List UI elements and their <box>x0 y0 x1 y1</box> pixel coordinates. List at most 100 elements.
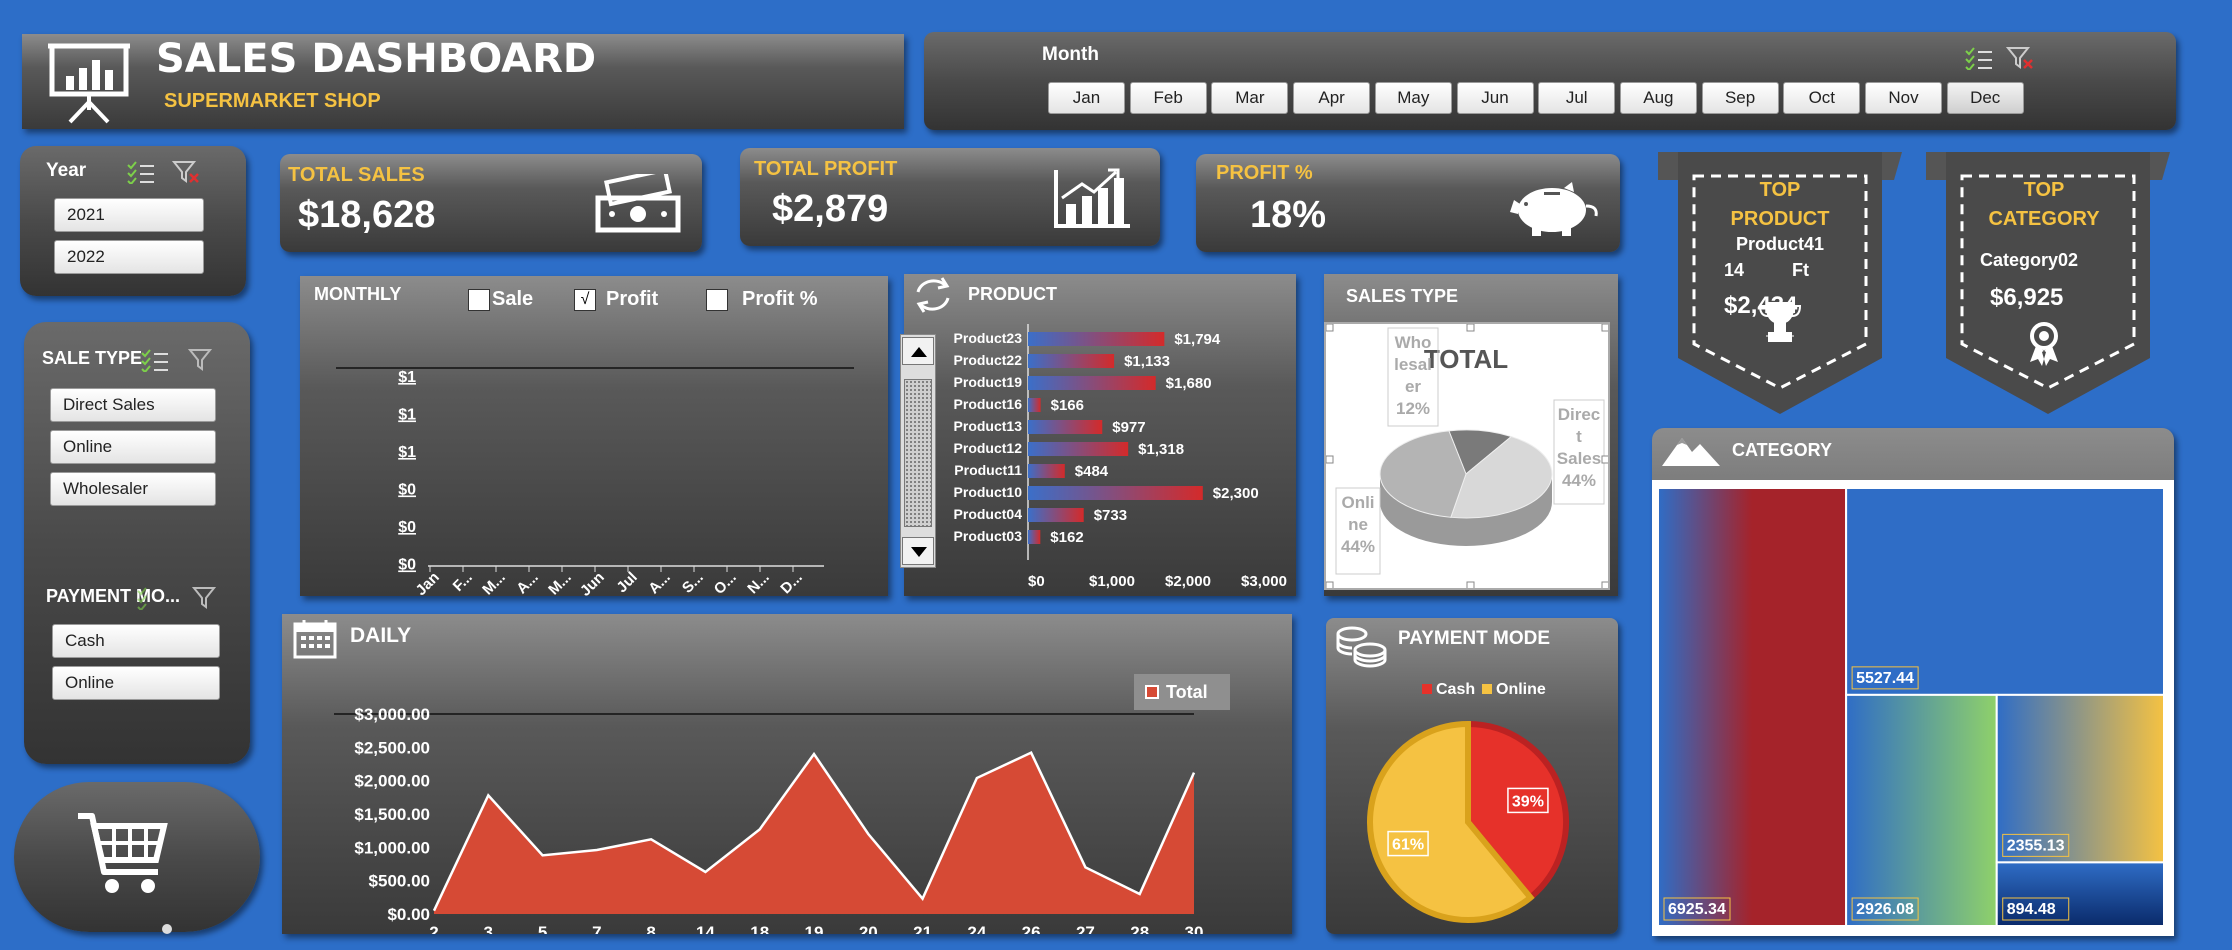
product-bar[interactable] <box>1028 398 1041 412</box>
data-label: Sales <box>1557 449 1601 468</box>
year-option-2021[interactable]: 2021 <box>54 198 204 232</box>
checkbox-box[interactable] <box>468 288 490 311</box>
scroll-thumb[interactable] <box>904 379 932 527</box>
product-bar[interactable] <box>1028 332 1165 346</box>
treemap-cell[interactable] <box>1657 487 1848 927</box>
legend-label: Cash <box>1436 681 1475 698</box>
month-option-jan[interactable]: Jan <box>1048 82 1125 114</box>
kpi-profit-pct: PROFIT % 18% <box>1196 154 1620 252</box>
scroll-up-button[interactable] <box>902 337 934 365</box>
x-tick-label: $2,000 <box>1165 573 1211 590</box>
treemap-cell[interactable] <box>1845 693 1998 927</box>
x-tick-label: 3 <box>484 923 493 934</box>
treemap-cell[interactable] <box>1845 487 2165 696</box>
kpi-value: $18,628 <box>298 194 436 236</box>
x-tick-label: 24 <box>967 923 986 934</box>
product-bar[interactable] <box>1028 464 1065 478</box>
category-label: Product13 <box>954 418 1023 434</box>
data-label: $1,794 <box>1174 331 1221 348</box>
legend-swatch <box>1422 684 1432 694</box>
month-option-oct[interactable]: Oct <box>1783 82 1861 114</box>
product-bar[interactable] <box>1028 486 1203 500</box>
daily-chart-panel: DAILY $0.00 $500.00 $1,000.00 $1,500.00 $2,0… <box>282 614 1292 934</box>
sale-type-option-wholesaler[interactable]: Wholesaler <box>50 472 216 506</box>
category-label: Product04 <box>954 506 1023 522</box>
cart-handle[interactable] <box>162 924 172 934</box>
year-slicer-label: Year <box>46 160 87 181</box>
x-tick-label: M... <box>479 569 509 596</box>
checkbox-label: Profit <box>606 288 659 310</box>
x-tick-label: A... <box>645 569 674 596</box>
refresh-icon[interactable] <box>908 274 958 316</box>
month-option-feb[interactable]: Feb <box>1129 82 1207 114</box>
x-tick-label: D... <box>777 569 806 596</box>
checkbox-profit-pct[interactable]: Profit % <box>706 288 818 311</box>
year-option-2022[interactable]: 2022 <box>54 240 204 274</box>
multi-select-icon[interactable] <box>136 586 166 610</box>
month-option-may[interactable]: May <box>1374 82 1452 114</box>
multi-select-icon[interactable] <box>140 348 170 372</box>
month-option-sep[interactable]: Sep <box>1701 82 1779 114</box>
product-bar[interactable] <box>1028 420 1103 434</box>
data-label: $1,133 <box>1124 353 1170 370</box>
resize-handle[interactable] <box>1601 323 1610 332</box>
multi-select-icon[interactable] <box>1964 46 1994 70</box>
month-option-jun[interactable]: Jun <box>1456 82 1534 114</box>
x-tick-label: A... <box>513 569 542 596</box>
checkbox-box-checked[interactable]: √ <box>574 288 596 311</box>
x-tick-label: O... <box>711 569 740 596</box>
product-bar-chart: Product23 $1,794 Product22 $1,133 Product19 $… <box>954 324 1287 590</box>
chart-title: TOTAL <box>1424 344 1508 374</box>
product-bar[interactable] <box>1028 530 1041 544</box>
data-label: 39% <box>1512 793 1544 810</box>
sale-type-slicer: SALE TYPE Direct Sales Online Wholesaler… <box>24 322 250 764</box>
sales-type-chart-frame[interactable]: TOTAL Who lesal er 12% Direc t Sales 44% Onli ne 44… <box>1324 322 1610 590</box>
product-bar[interactable] <box>1028 508 1084 522</box>
resize-handle[interactable] <box>1601 581 1610 590</box>
category-label: Product10 <box>954 484 1023 500</box>
payment-option-cash[interactable]: Cash <box>52 624 220 658</box>
resize-handle[interactable] <box>1325 581 1334 590</box>
x-tick-label: Jan <box>413 569 443 596</box>
checkbox-sale[interactable]: Sale <box>468 288 533 311</box>
x-tick-label: $1,000 <box>1089 573 1135 590</box>
top-product-value: $2,434 <box>1724 292 1798 319</box>
resize-handle[interactable] <box>1325 323 1334 332</box>
sale-type-option-online[interactable]: Online <box>50 430 216 464</box>
scroll-down-button[interactable] <box>902 537 934 565</box>
resize-handle[interactable] <box>1466 323 1475 332</box>
payment-option-online[interactable]: Online <box>52 666 220 700</box>
x-tick-label: 26 <box>1022 923 1041 934</box>
checkbox-profit[interactable]: √ Profit <box>574 288 658 311</box>
kpi-total-sales: TOTAL SALES $18,628 <box>280 154 702 252</box>
product-bar[interactable] <box>1028 442 1129 456</box>
filter-icon[interactable] <box>188 348 212 372</box>
month-option-apr[interactable]: Apr <box>1293 82 1371 114</box>
multi-select-icon[interactable] <box>126 160 156 184</box>
resize-handle[interactable] <box>1325 455 1334 464</box>
product-bar[interactable] <box>1028 376 1156 390</box>
month-option-nov[interactable]: Nov <box>1865 82 1942 114</box>
month-option-mar[interactable]: Mar <box>1211 82 1289 114</box>
data-label: 2355.13 <box>2007 837 2065 854</box>
x-tick-label: N... <box>744 569 773 596</box>
top-product-unit: Ft <box>1792 260 1809 280</box>
sales-type-chart-panel: SALES TYPE TOTAL Who lesal er 12% Direc t Sales… <box>1324 274 1618 596</box>
resize-handle[interactable] <box>1601 455 1610 464</box>
product-scrollbar[interactable] <box>900 334 936 568</box>
month-option-jul[interactable]: Jul <box>1538 82 1616 114</box>
payment-mode-pie: 39% 61% Cash Online <box>1367 681 1569 923</box>
filter-icon[interactable] <box>192 586 216 610</box>
category-label: Product12 <box>954 440 1023 456</box>
clear-filter-icon[interactable] <box>2006 46 2034 70</box>
clear-filter-icon[interactable] <box>172 160 200 184</box>
x-tick-label: 20 <box>859 923 878 934</box>
month-option-aug[interactable]: Aug <box>1619 82 1697 114</box>
area-series-total[interactable] <box>434 752 1194 914</box>
cart-button[interactable] <box>14 782 260 932</box>
checkbox-box[interactable] <box>706 288 728 311</box>
sale-type-option-direct-sales[interactable]: Direct Sales <box>50 388 216 422</box>
resize-handle[interactable] <box>1466 581 1475 590</box>
month-option-dec[interactable]: Dec <box>1946 82 2024 114</box>
product-bar[interactable] <box>1028 354 1115 368</box>
